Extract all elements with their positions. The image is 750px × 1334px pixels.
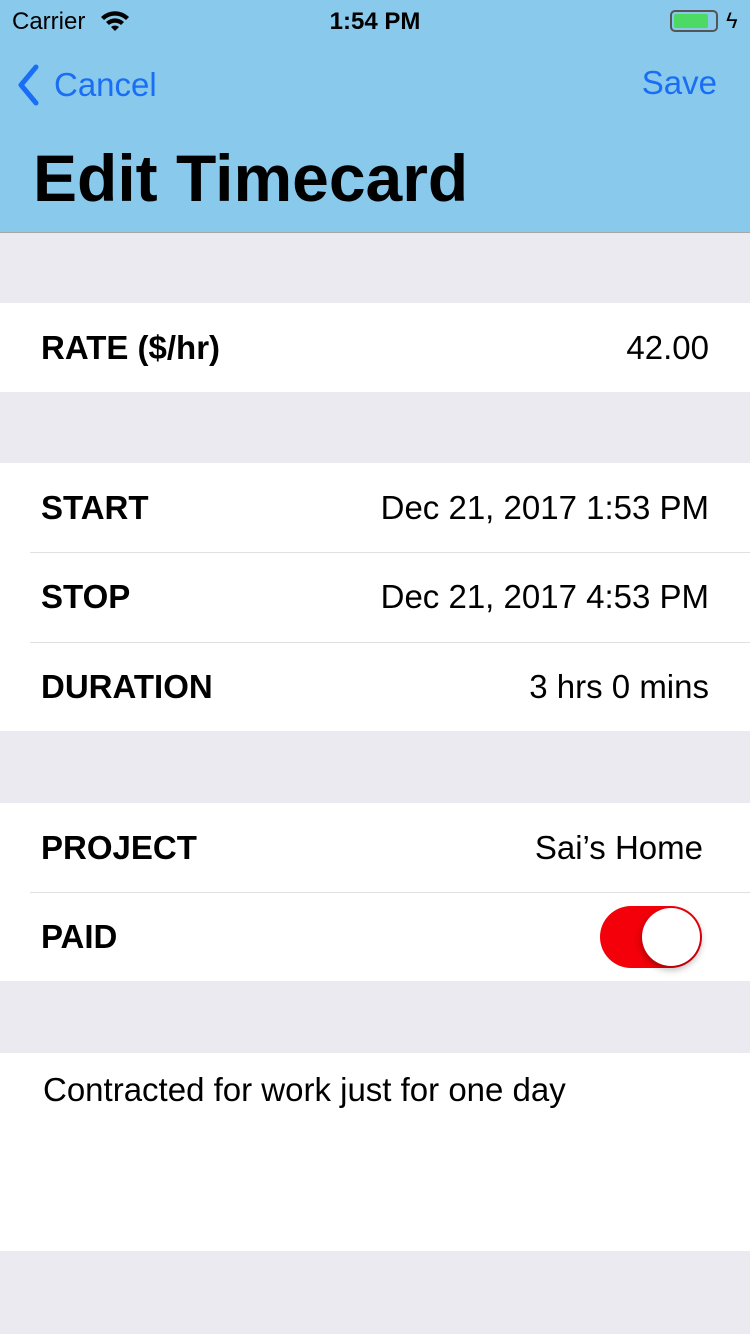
start-value[interactable]: Dec 21, 2017 1:53 PM [381,489,709,527]
project-row[interactable]: PROJECT Sai’s Home [0,803,750,892]
chevron-left-icon [18,64,39,106]
project-section: PROJECT Sai’s Home PAID [0,803,750,981]
toggle-knob [642,907,700,966]
rate-row[interactable]: RATE ($/hr) 42.00 [0,303,750,392]
cancel-label: Cancel [54,66,157,103]
duration-row: DURATION 3 hrs 0 mins [0,642,750,731]
navigation-header: Carrier 1:54 PM ϟ Cancel Save Edit Timec… [0,0,750,233]
paid-row: PAID [0,892,750,981]
stop-value[interactable]: Dec 21, 2017 4:53 PM [381,578,709,616]
paid-toggle[interactable] [600,905,702,968]
paid-label: PAID [41,917,118,955]
duration-value: 3 hrs 0 mins [529,667,709,705]
cancel-button[interactable]: Cancel [16,64,157,106]
rate-label: RATE ($/hr) [41,328,221,366]
battery-icon [670,10,718,32]
notes-section: Contracted for work just for one day [0,1053,750,1251]
start-row[interactable]: START Dec 21, 2017 1:53 PM [0,463,750,552]
rate-section: RATE ($/hr) 42.00 [0,303,750,392]
time-section: START Dec 21, 2017 1:53 PM STOP Dec 21, … [0,463,750,731]
rate-value[interactable]: 42.00 [626,329,709,367]
page-title: Edit Timecard [33,141,469,215]
duration-label: DURATION [41,667,213,705]
notes-textarea[interactable]: Contracted for work just for one day [0,1053,750,1251]
stop-row[interactable]: STOP Dec 21, 2017 4:53 PM [0,552,750,642]
project-value[interactable]: Sai’s Home [535,829,703,867]
project-label: PROJECT [41,828,197,866]
status-time: 1:54 PM [329,8,421,35]
status-bar: Carrier 1:54 PM ϟ [0,6,750,36]
save-button[interactable]: Save [642,64,717,102]
stop-label: STOP [41,578,131,615]
start-label: START [41,488,149,526]
charging-icon: ϟ [726,8,738,33]
